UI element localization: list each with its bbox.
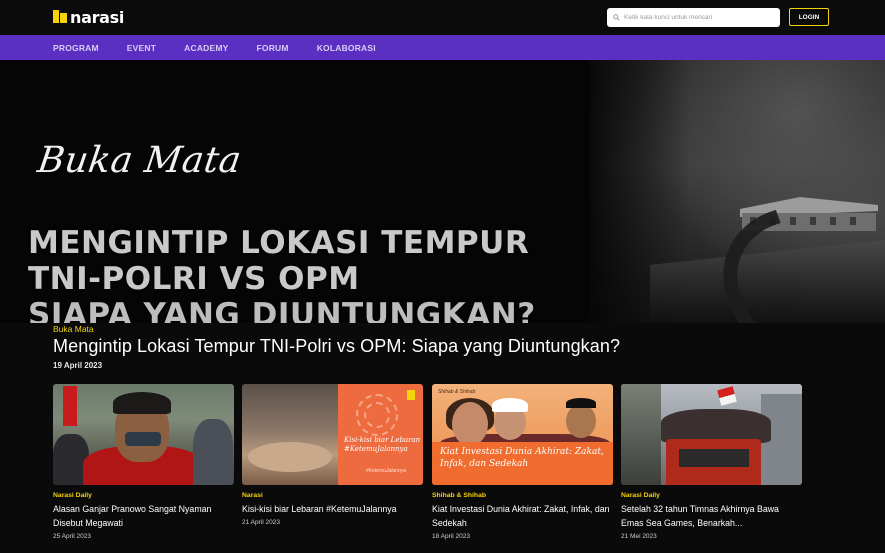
card-date: 25 April 2023	[53, 533, 91, 540]
nav-item-kolaborasi[interactable]: KOLABORASI	[317, 43, 376, 53]
hero-banner[interactable]: Buka Mata MENGINTIP LOKASI TEMPUR TNI-PO…	[0, 60, 885, 323]
featured-date: 19 April 2023	[53, 361, 103, 370]
search-box[interactable]	[607, 8, 780, 27]
narasi-logo-icon	[407, 390, 415, 400]
logo-text: narasi	[70, 7, 125, 27]
login-button[interactable]: LOGIN	[789, 8, 829, 26]
search-icon	[613, 14, 620, 21]
hero-headline-line: SIAPA YANG DIUNTUNGKAN?	[28, 297, 536, 323]
hero-headline-line: MENGINTIP LOKASI TEMPUR	[28, 225, 530, 261]
card-category[interactable]: Narasi	[242, 492, 423, 499]
thumbnail-header: Shihab & Shihab	[438, 389, 476, 395]
card-thumbnail[interactable]: Shihab & Shihab Kiat Investasi Dunia Akh…	[432, 384, 613, 485]
nav-item-academy[interactable]: ACADEMY	[184, 43, 228, 53]
video-card[interactable]: Narasi Daily Alasan Ganjar Pranowo Sanga…	[53, 384, 234, 540]
card-date: 21 April 2023	[242, 519, 280, 526]
card-category[interactable]: Narasi Daily	[621, 492, 802, 499]
hero-headline: MENGINTIP LOKASI TEMPUR TNI-POLRI VS OPM…	[28, 225, 536, 323]
narasi-logo[interactable]: narasi	[53, 7, 124, 27]
thumbnail-caption: Kisi-kisi biar Lebaran #KetemuJalannya	[344, 436, 421, 453]
search-input[interactable]	[624, 14, 774, 21]
card-category[interactable]: Shihab & Shihab	[432, 492, 613, 499]
card-thumbnail[interactable]: Kisi-kisi biar Lebaran #KetemuJalannya #…	[242, 384, 423, 485]
video-card[interactable]: Kisi-kisi biar Lebaran #KetemuJalannya #…	[242, 384, 423, 526]
card-title[interactable]: Kiat Investasi Dunia Akhirat: Zakat, Inf…	[432, 502, 613, 530]
card-category[interactable]: Narasi Daily	[53, 492, 234, 499]
video-card[interactable]: Shihab & Shihab Kiat Investasi Dunia Akh…	[432, 384, 613, 540]
thumbnail-hashtag: #KetemuJalannya	[366, 468, 407, 474]
featured-category[interactable]: Buka Mata	[53, 324, 94, 334]
video-card[interactable]: Narasi Daily Setelah 32 tahun Timnas Akh…	[621, 384, 802, 540]
featured-title[interactable]: Mengintip Lokasi Tempur TNI-Polri vs OPM…	[53, 336, 620, 357]
card-title[interactable]: Kisi-kisi biar Lebaran #KetemuJalannya	[242, 502, 423, 516]
thumbnail-caption: Kiat Investasi Dunia Akhirat: Zakat, Inf…	[440, 447, 604, 469]
hero-headline-line: TNI-POLRI VS OPM	[28, 261, 360, 297]
nav-item-program[interactable]: PROGRAM	[53, 43, 99, 53]
hero-program-title: Buka Mata	[35, 140, 245, 181]
card-title[interactable]: Setelah 32 tahun Timnas Akhirnya Bawa Em…	[621, 502, 802, 530]
card-title[interactable]: Alasan Ganjar Pranowo Sangat Nyaman Dise…	[53, 502, 234, 530]
card-thumbnail[interactable]	[53, 384, 234, 485]
nav-item-event[interactable]: EVENT	[127, 43, 156, 53]
narasi-logo-icon	[53, 9, 67, 25]
card-thumbnail[interactable]	[621, 384, 802, 485]
main-nav: PROGRAM EVENT ACADEMY FORUM KOLABORASI	[0, 35, 885, 60]
nav-item-forum[interactable]: FORUM	[257, 43, 289, 53]
top-header: narasi LOGIN	[0, 0, 885, 35]
card-date: 21 Mei 2023	[621, 533, 657, 540]
card-date: 18 April 2023	[432, 533, 470, 540]
